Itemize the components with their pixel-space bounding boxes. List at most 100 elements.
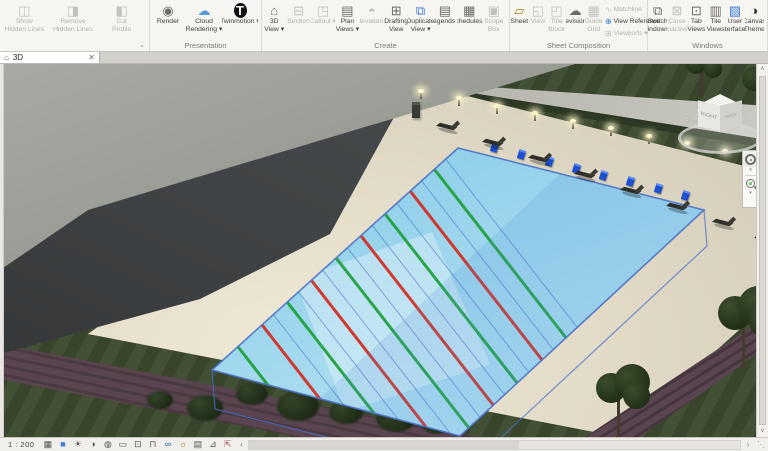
tree-foliage <box>704 64 722 78</box>
button-label: Render <box>157 18 179 26</box>
ribbon-panel-windows: ⧉SwitchWindows ▾⊠CloseInactive⊡TabViews▥… <box>648 0 768 51</box>
hscroll-right-icon[interactable]: › <box>742 440 754 449</box>
horizontal-scrollbar[interactable] <box>248 440 741 450</box>
ribbon-button-switch-windows[interactable]: ⧉SwitchWindows ▾ <box>648 1 667 40</box>
vertical-scrollbar[interactable]: ∧ ∨ <box>756 64 768 437</box>
resize-grip-icon[interactable]: ⋱ <box>754 440 768 449</box>
hscroll-left-icon[interactable]: ‹ <box>235 440 247 449</box>
panel-expander-icon[interactable]: ⌄ <box>139 40 145 51</box>
wheel-dropdown-icon[interactable]: ▾ <box>749 168 752 172</box>
ribbon-button-drafting-view[interactable]: ⊞DraftingView <box>384 1 408 40</box>
duplicate-view-icon: ⧉ <box>416 3 425 18</box>
schedules-icon: ▦ <box>463 3 475 18</box>
ribbon-button-elevation: ◓Elevation ▾ <box>360 1 384 40</box>
button-label: Interface ▾ <box>725 26 744 34</box>
ribbon-button-revisions[interactable]: ☁Revisions <box>566 1 585 40</box>
ribbon-panel-presentation: ◉Render☁CloudRendering ▾TTwinmotion ▾Pre… <box>150 0 262 51</box>
button-label: Views <box>707 26 725 34</box>
ribbon-button-legends[interactable]: ▤Legends ▾ <box>433 1 457 40</box>
cut-profile-icon: ◧ <box>115 3 127 18</box>
button-label: Scope <box>484 18 503 26</box>
guide-grid-icon: ▦ <box>588 3 600 18</box>
ribbon-button-render[interactable]: ◉Render <box>150 1 186 40</box>
ribbon-button-title-block: ◰TitleBlock <box>547 1 566 40</box>
zoom-icon[interactable] <box>746 179 755 188</box>
button-label: Revisions <box>566 18 585 26</box>
view-tab-bar: ⌂ 3D ✕ <box>0 52 768 64</box>
button-label: Cut <box>116 18 127 26</box>
button-label: Elevation ▾ <box>360 18 384 26</box>
viewcube-right-face-label[interactable]: RIGHT <box>698 100 720 131</box>
button-label: Duplicate <box>408 18 432 26</box>
ribbon-button-schedules[interactable]: ▦Schedules ▾ <box>457 1 481 40</box>
button-label: Block <box>548 26 565 34</box>
detail-level-icon[interactable]: ▦ <box>40 438 55 451</box>
plan-views-icon: ▤ <box>341 3 353 18</box>
vertical-scroll-thumb[interactable] <box>759 76 766 425</box>
sun-path-icon[interactable]: ☀ <box>70 438 85 451</box>
button-label: Section <box>287 18 310 26</box>
ribbon-button-cloud-rendering[interactable]: ☁CloudRendering ▾ <box>186 1 222 40</box>
trees[interactable] <box>0 64 768 437</box>
panel-buttons: ⌂3DView ▾⊟Section◳Callout ▾▤PlanViews ▾◓… <box>262 0 509 40</box>
view-scale-button[interactable]: 1 : 200 <box>0 440 40 449</box>
ribbon-button-duplicate-view[interactable]: ⧉DuplicateView ▾ <box>408 1 432 40</box>
button-label: Windows ▾ <box>648 26 667 34</box>
button-label: Box <box>488 26 500 34</box>
navbar-divider <box>745 175 756 176</box>
button-label: Remove <box>60 18 85 26</box>
view-tab-label: 3D <box>13 53 84 62</box>
scroll-down-icon[interactable]: ∨ <box>757 426 768 437</box>
tab-views-icon: ⊡ <box>691 3 702 18</box>
analytical-model-icon[interactable]: ⊿ <box>205 438 220 451</box>
ribbon-button-canvas-theme[interactable]: ◑CanvasTheme <box>745 1 764 40</box>
cloud-rendering-icon: ☁ <box>198 3 211 18</box>
horizontal-scroll-thumb[interactable] <box>249 441 519 449</box>
viewcube-back-face-label[interactable]: BACK <box>720 100 742 131</box>
callout-icon: ◳ <box>317 3 329 18</box>
crop-view-icon[interactable]: ▭ <box>115 438 130 451</box>
show-crop-region-icon[interactable]: ⊡ <box>130 438 145 451</box>
reveal-hidden-elements-icon[interactable]: ☼ <box>175 438 190 451</box>
remove-hidden-lines-icon: ◨ <box>67 3 79 18</box>
viewcube-home-icon[interactable]: ⌂ <box>684 116 688 123</box>
ribbon-button-user-interface[interactable]: ▧UserInterface ▾ <box>725 1 744 40</box>
ribbon-button-viewports: ⊞Viewports ▾ <box>603 27 647 39</box>
button-label: Close <box>668 18 685 26</box>
ribbon-button-tab-views[interactable]: ⊡TabViews <box>687 1 706 40</box>
render-icon: ◉ <box>162 3 173 18</box>
ribbon-button-sheet[interactable]: ▱Sheet <box>510 1 529 40</box>
rendering-dialog-icon[interactable]: ◍ <box>100 438 115 451</box>
button-label: Title <box>550 18 563 26</box>
ribbon-button-tile-views[interactable]: ▥TileViews <box>706 1 725 40</box>
shadows-icon[interactable]: ◑ <box>85 438 100 451</box>
full-navigation-wheel-icon[interactable] <box>745 154 756 165</box>
viewports-icon: ⊞ <box>605 29 612 38</box>
ribbon: ◫ShowHidden Lines◨RemoveHidden Lines◧Cut… <box>0 0 768 52</box>
button-label: User <box>728 18 742 26</box>
temporary-view-properties-icon[interactable]: ▤ <box>190 438 205 451</box>
visual-style-icon[interactable]: ■ <box>55 438 70 451</box>
temporary-hide-isolate-icon[interactable]: ∞ <box>160 438 175 451</box>
ribbon-button-view-reference[interactable]: ⊕View Reference <box>603 15 647 27</box>
view-tab-3d[interactable]: ⌂ 3D ✕ <box>0 52 100 63</box>
button-label: View ▾ <box>264 26 284 34</box>
matchline-icon: ∿ <box>605 5 612 14</box>
button-label: Viewports ▾ <box>614 29 648 37</box>
ribbon-button-scope-box: ▣ScopeBox <box>482 1 506 40</box>
ribbon-button-plan-views[interactable]: ▤PlanViews ▾ <box>335 1 359 40</box>
scroll-up-icon[interactable]: ∧ <box>757 64 768 75</box>
close-inactive-icon: ⊠ <box>672 3 683 18</box>
switch-windows-icon: ⧉ <box>653 3 662 18</box>
3d-view-icon: ⌂ <box>270 3 278 18</box>
ribbon-button-twinmotion[interactable]: TTwinmotion ▾ <box>222 1 258 40</box>
close-tab-icon[interactable]: ✕ <box>88 53 95 62</box>
unlocked-3d-view-icon[interactable]: ⊓ <box>145 438 160 451</box>
button-label: 3D <box>270 18 279 26</box>
drawing-area[interactable]: RIGHT BACK ⌂ ▾ ▾ ∧ ∨ <box>0 64 768 437</box>
zoom-dropdown-icon[interactable]: ▾ <box>749 191 752 195</box>
ribbon-button-3d-view[interactable]: ⌂3DView ▾ <box>262 1 286 40</box>
button-label: Guide <box>585 18 603 26</box>
ribbon-button-remove-hidden-lines: ◨RemoveHidden Lines <box>49 1 98 40</box>
displacement-sets-icon[interactable]: ⇱ <box>220 438 235 451</box>
